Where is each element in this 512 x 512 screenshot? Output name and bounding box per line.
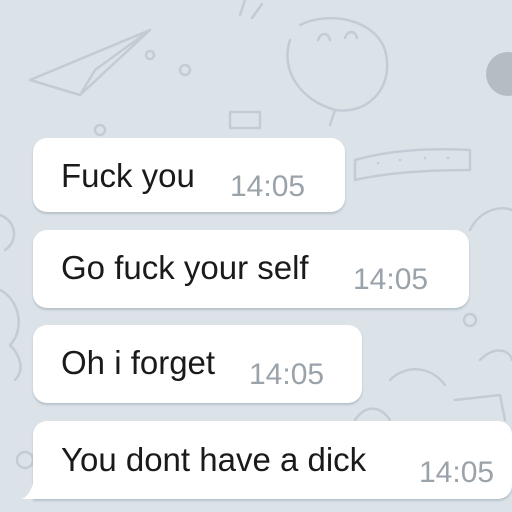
message-text: Fuck you (61, 157, 195, 194)
message-time: 14:05 (353, 263, 429, 296)
balloon-doodle (286, 16, 389, 112)
collar-doodle (353, 148, 472, 182)
message-text: Go fuck your self (61, 249, 309, 286)
message-bubble[interactable]: Go fuck your self 14:05 (33, 230, 469, 308)
message-bubble[interactable]: Fuck you 14:05 (33, 138, 345, 212)
message-time: 14:05 (419, 456, 495, 489)
message-bubble[interactable]: Oh i forget 14:05 (33, 325, 362, 403)
message-time: 14:05 (230, 170, 306, 203)
message-tail-icon (22, 470, 36, 499)
message-bubble[interactable]: You dont have a dick 14:05 (33, 421, 512, 499)
paper-plane-doodle (28, 28, 152, 97)
message-text: Oh i forget (61, 344, 216, 381)
message-text: You dont have a dick (61, 441, 367, 478)
message-time: 14:05 (249, 358, 325, 391)
